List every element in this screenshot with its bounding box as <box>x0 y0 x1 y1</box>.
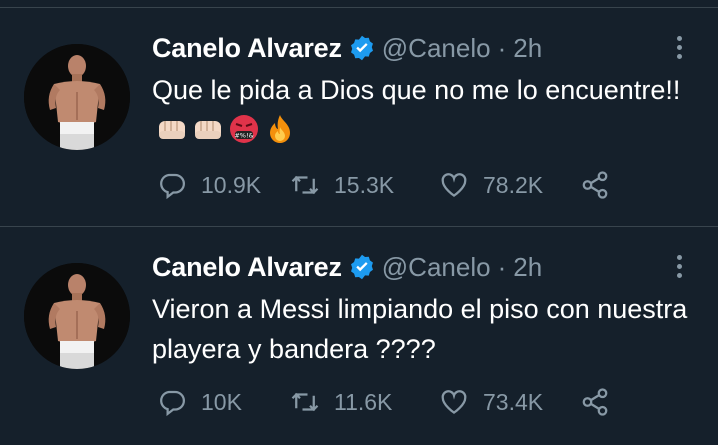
reply-count: 10.9K <box>201 171 262 198</box>
tweet-text: Vieron a Messi limpiando el piso con nue… <box>152 289 692 369</box>
share-icon <box>582 388 608 416</box>
share-icon <box>582 171 608 199</box>
more-options-icon[interactable] <box>672 32 686 64</box>
tweet[interactable]: Canelo Alvarez @Canelo · 2h Vieron a Mes… <box>0 227 718 445</box>
retweet-icon <box>291 392 319 412</box>
tweet-text-content: Vieron a Messi limpiando el piso con nue… <box>152 294 688 364</box>
timestamp[interactable]: 2h <box>513 252 542 283</box>
reply-icon <box>160 390 185 417</box>
retweet-count: 11.6K <box>334 388 393 415</box>
tweet-text: Que le pida a Dios que no me lo encuentr… <box>152 70 692 150</box>
reply-icon <box>160 173 185 200</box>
user-handle[interactable]: @Canelo <box>382 252 491 283</box>
retweet-button[interactable]: 11.6K <box>290 385 392 419</box>
separator-dot: · <box>497 251 507 282</box>
reply-button[interactable]: 10.9K <box>157 168 261 202</box>
like-count: 73.4K <box>483 388 544 415</box>
tweet[interactable]: Canelo Alvarez @Canelo · 2h Que le pida … <box>0 8 718 226</box>
verified-badge-icon <box>348 253 376 281</box>
reply-button[interactable]: 10K <box>157 385 242 419</box>
tweet-actions: 10.9K 15.3K 78.2K <box>157 168 677 202</box>
tweet-feed: Canelo Alvarez @Canelo · 2h Que le pida … <box>0 0 718 442</box>
share-button[interactable] <box>580 385 610 419</box>
tweet-header: Canelo Alvarez @Canelo · 2h <box>152 249 542 285</box>
fire-icon <box>264 113 296 145</box>
angry-face-symbols: #%!& <box>234 132 253 140</box>
heart-icon <box>441 173 467 197</box>
display-name[interactable]: Canelo Alvarez <box>152 33 342 64</box>
like-button[interactable]: 73.4K <box>439 385 543 419</box>
tweet-header: Canelo Alvarez @Canelo · 2h <box>152 30 542 66</box>
share-button[interactable] <box>580 168 610 202</box>
tweet-text-content: Que le pida a Dios que no me lo encuentr… <box>152 75 681 105</box>
avatar[interactable] <box>24 44 130 150</box>
display-name[interactable]: Canelo Alvarez <box>152 252 342 283</box>
fist-icon <box>192 113 224 145</box>
more-options-icon[interactable] <box>672 251 686 283</box>
separator-dot: · <box>497 32 507 63</box>
retweet-count: 15.3K <box>334 171 395 198</box>
fist-icon <box>156 113 188 145</box>
retweet-button[interactable]: 15.3K <box>290 168 394 202</box>
like-button[interactable]: 78.2K <box>439 168 543 202</box>
retweet-icon <box>291 175 319 195</box>
avatar[interactable] <box>24 263 130 369</box>
tweet-actions: 10K 11.6K 73.4K <box>157 385 677 419</box>
reply-count: 10K <box>201 388 242 415</box>
heart-icon <box>441 390 467 414</box>
user-handle[interactable]: @Canelo <box>382 33 491 64</box>
like-count: 78.2K <box>483 171 544 198</box>
timestamp[interactable]: 2h <box>513 33 542 64</box>
verified-badge-icon <box>348 34 376 62</box>
angry-face-icon: #%!& <box>228 113 260 145</box>
